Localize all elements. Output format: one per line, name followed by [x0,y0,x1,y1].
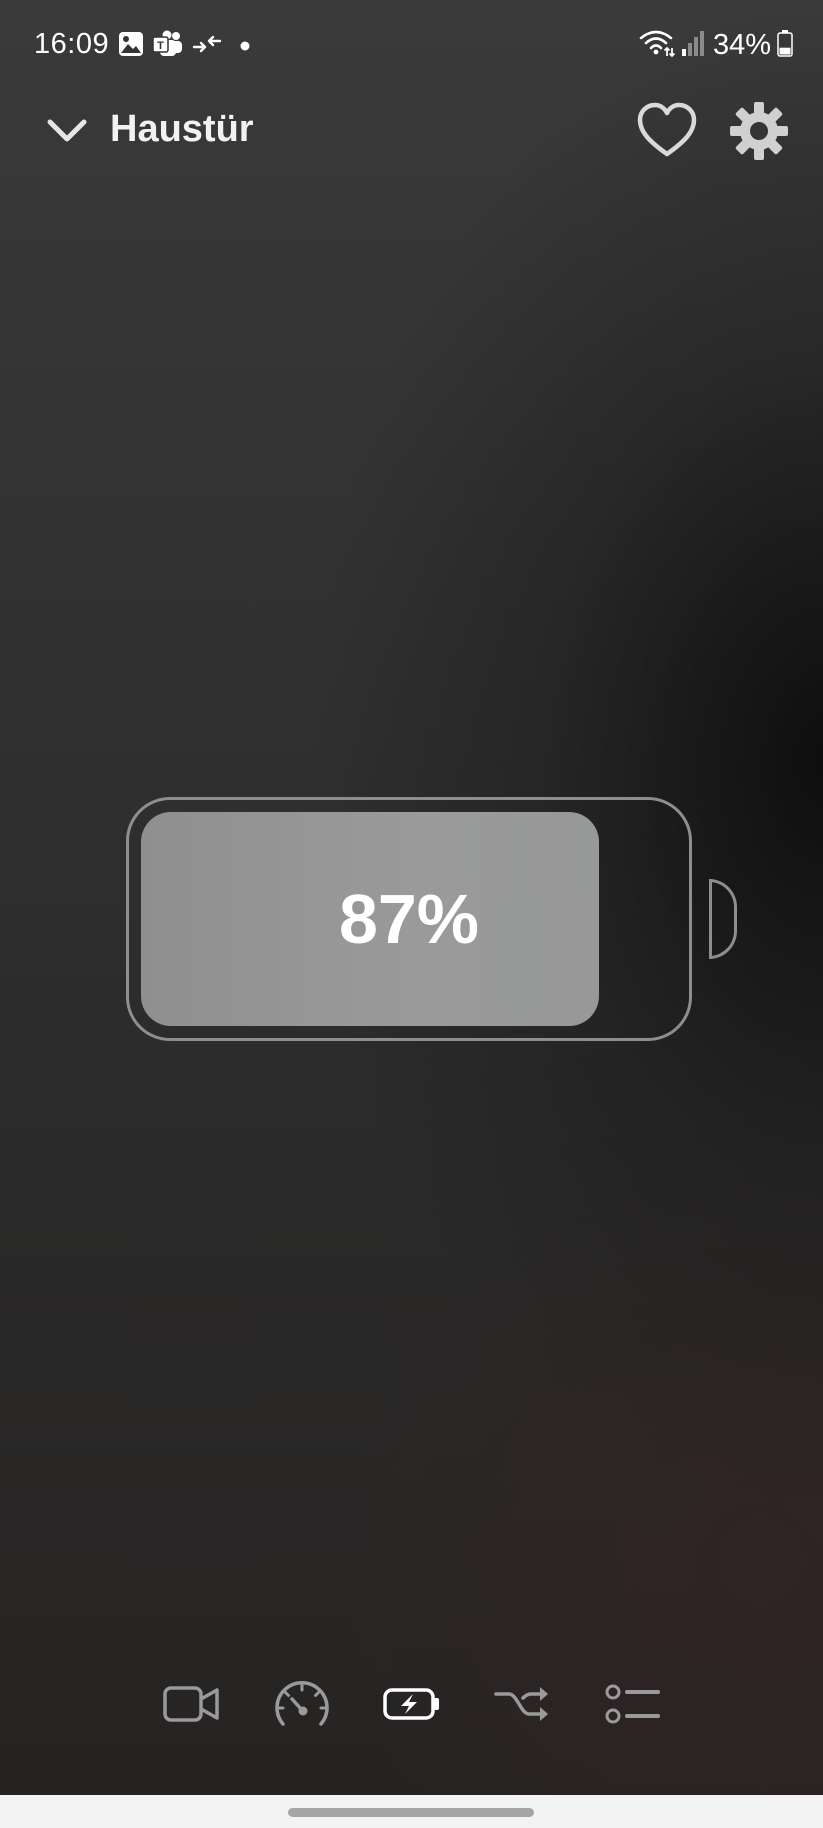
favorite-button[interactable] [636,102,698,160]
wifi-icon [639,28,676,63]
gear-icon [730,102,788,160]
teams-icon: T [152,30,184,63]
status-notification-icons: T [118,30,250,63]
status-bar: 16:09 T 34% [0,0,823,94]
battery-terminal [709,879,737,959]
svg-text:T: T [157,40,164,52]
nav-item-speed[interactable] [270,1672,334,1736]
collapse-button[interactable] [44,110,90,150]
gallery-icon [118,31,144,62]
nav-item-list[interactable] [600,1672,664,1736]
signal-icon [681,29,707,62]
status-system-icons: 34% [639,28,793,63]
system-gesture-area [0,1795,823,1828]
settings-button[interactable] [728,100,790,162]
battery-percent-label: 87% [338,880,480,958]
shuffle-icon [494,1687,548,1721]
gesture-handle[interactable] [288,1808,534,1817]
battery-charging-icon [383,1688,439,1720]
speedometer-icon [275,1681,329,1726]
nav-item-automation[interactable] [490,1672,554,1736]
status-time: 16:09 [34,28,110,60]
notification-dot-icon [240,38,250,56]
nav-item-video[interactable] [160,1672,224,1736]
heart-icon [637,102,697,157]
data-transfer-icon [192,32,222,61]
app-header: Haustür [0,96,823,168]
battery-level-widget: 87% [126,797,742,1047]
phone-battery-icon [777,29,793,62]
list-settings-icon [605,1684,660,1724]
video-camera-icon [163,1686,219,1722]
app-screen: 16:09 T 34% Haustür 87% [0,0,823,1828]
chevron-down-icon [47,119,87,142]
nav-item-battery[interactable] [380,1672,444,1736]
status-battery-percent: 34% [712,29,771,61]
bottom-navigation [0,1672,823,1736]
device-title[interactable]: Haustür [110,108,254,151]
